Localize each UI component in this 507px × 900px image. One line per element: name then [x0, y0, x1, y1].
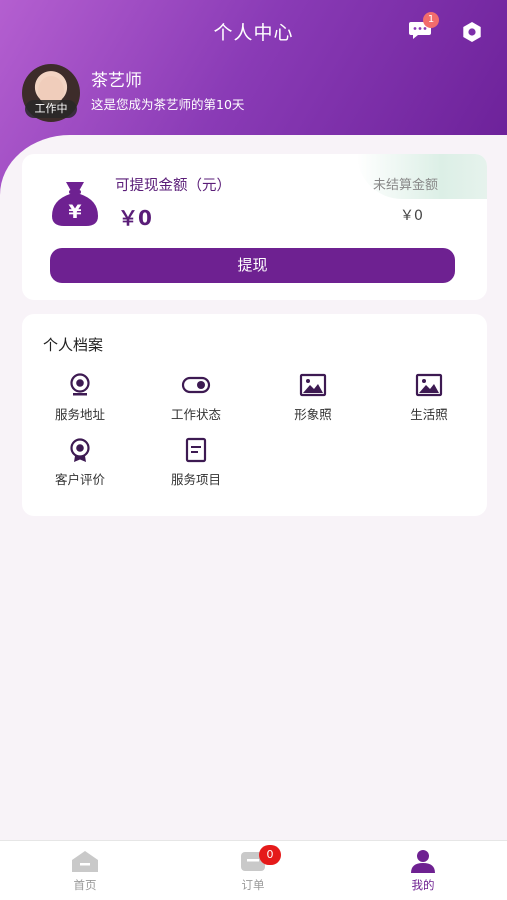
- profile-item-service-items[interactable]: 服务项目: [146, 437, 246, 487]
- location-icon: [70, 373, 90, 396]
- unsettled-amount: ￥0: [400, 208, 423, 224]
- profile-item-portrait-photo[interactable]: 形象照: [263, 372, 363, 422]
- svg-text:¥: ¥: [68, 201, 81, 223]
- profile-item-service-address[interactable]: 服务地址: [30, 372, 130, 422]
- message-count-badge: 1: [423, 12, 439, 28]
- toggle-icon: [181, 376, 211, 394]
- profile-item-life-photo[interactable]: 生活照: [379, 372, 479, 422]
- gear-icon: [463, 22, 481, 42]
- badge-icon: [70, 438, 90, 462]
- document-icon: [185, 437, 207, 463]
- profile-item-customer-reviews[interactable]: 客户评价: [30, 437, 130, 487]
- order-count-badge: 0: [259, 845, 281, 865]
- money-bag-icon: ¥: [52, 182, 98, 226]
- settings-button[interactable]: [460, 20, 484, 44]
- person-icon: [411, 850, 435, 873]
- wallet-card: ¥ 可提现金额（元） ￥0 未结算金额 ￥0 提现: [22, 154, 487, 300]
- user-name: 茶艺师: [91, 71, 142, 91]
- tab-home[interactable]: 首页: [45, 849, 125, 899]
- tab-orders[interactable]: 0 订单: [213, 845, 293, 899]
- section-title: 个人档案: [43, 336, 104, 354]
- tab-mine[interactable]: 我的: [383, 849, 463, 899]
- withdraw-button[interactable]: 提现: [50, 248, 455, 283]
- withdrawable-amount: ￥0: [118, 206, 152, 230]
- user-days-text: 这是您成为茶艺师的第10天: [91, 97, 245, 112]
- profile-item-work-status[interactable]: 工作状态: [146, 372, 246, 422]
- image-icon: [299, 373, 327, 397]
- home-icon: [72, 851, 98, 872]
- image-icon: [415, 373, 443, 397]
- status-badge: 工作中: [25, 100, 77, 118]
- bottom-tabbar: 首页 0 订单 我的: [0, 840, 507, 900]
- withdrawable-label: 可提现金额（元）: [115, 178, 231, 194]
- unsettled-label: 未结算金额: [373, 178, 439, 193]
- messages-button[interactable]: 1: [408, 12, 439, 42]
- profile-card: 个人档案 服务地址 工作状态 形象照 生活照 客户评价 服务项目: [22, 314, 487, 516]
